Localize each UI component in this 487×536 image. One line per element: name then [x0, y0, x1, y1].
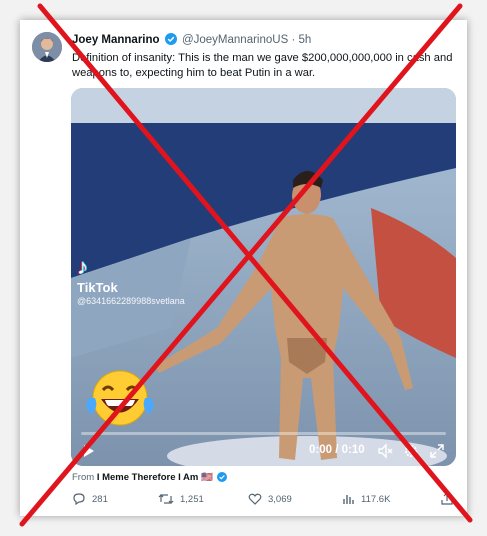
tweet-card[interactable]: Joey Mannarino @JoeyMannarinoUS · 5h Def… [20, 20, 467, 516]
tweet-actions: 281 1,251 3,069 117.6K [68, 492, 458, 510]
separator-dot: · [291, 34, 296, 46]
source-verified-icon [217, 472, 228, 485]
source-account[interactable]: I Meme Therefore I Am [97, 472, 199, 483]
tiktok-brand: TikTok [77, 280, 118, 295]
repost-count: 1,251 [180, 493, 204, 505]
heart-icon [248, 493, 262, 505]
settings-gear-icon[interactable] [403, 443, 419, 464]
share-button[interactable] [440, 492, 454, 506]
avatar[interactable] [32, 32, 62, 62]
media-source: From I Meme Therefore I Am 🇺🇸 [72, 472, 229, 485]
views-button[interactable]: 117.6K [343, 492, 390, 506]
tiktok-logo-icon: ♪ [77, 254, 88, 279]
fullscreen-icon[interactable] [429, 443, 445, 464]
repost-icon [158, 494, 174, 504]
share-icon [441, 492, 453, 505]
reply-button[interactable]: 281 [72, 492, 108, 506]
video-player[interactable]: ♪ TikTok @6341662289988svetlana 0:00 / 0… [71, 88, 456, 466]
like-count: 3,069 [268, 493, 292, 505]
tweet-text: Definition of insanity: This is the man … [72, 52, 453, 79]
avatar-image [32, 32, 62, 62]
video-time: 0:00 / 0:10 [309, 444, 365, 456]
laughing-emoji-icon [81, 368, 159, 433]
flag-icon: 🇺🇸 [201, 472, 213, 483]
video-controls: 0:00 / 0:10 [71, 440, 456, 462]
reply-icon [73, 493, 85, 506]
repost-button[interactable]: 1,251 [158, 492, 204, 506]
video-progress-bar[interactable] [81, 432, 446, 435]
like-button[interactable]: 3,069 [248, 492, 292, 506]
views-chart-icon [343, 495, 354, 504]
source-prefix: From [72, 472, 95, 483]
tiktok-watermark: ♪ TikTok @6341662289988svetlana [77, 254, 185, 307]
tiktok-username: @6341662289988svetlana [77, 296, 185, 306]
author-handle[interactable]: @JoeyMannarinoUS [182, 34, 288, 46]
tweet-time[interactable]: 5h [299, 34, 312, 46]
views-count: 117.6K [361, 493, 391, 505]
play-icon[interactable] [83, 444, 95, 463]
reply-count: 281 [92, 493, 108, 505]
verified-badge-icon [164, 33, 177, 48]
volume-muted-icon[interactable] [377, 443, 393, 464]
author-name[interactable]: Joey Mannarino [72, 34, 160, 46]
tweet-header: Joey Mannarino @JoeyMannarinoUS · 5h [72, 33, 311, 48]
